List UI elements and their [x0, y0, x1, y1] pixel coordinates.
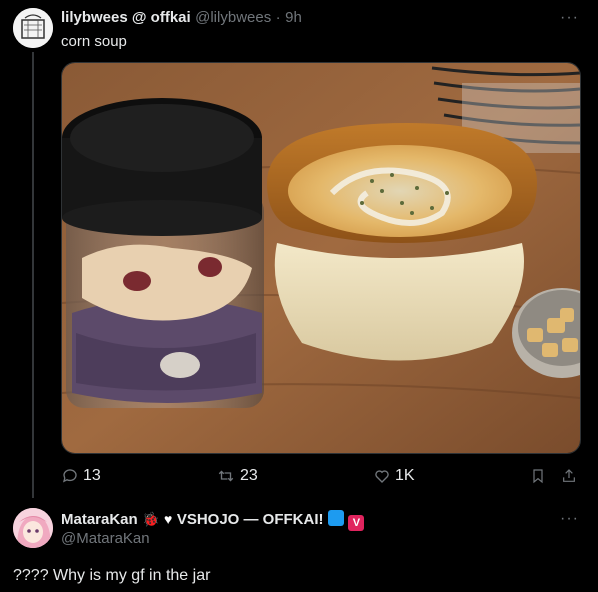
reply-header: MataraKan 🐞 ♥ VSHOJO — OFFKAI! V [61, 510, 365, 531]
handle[interactable]: @lilybwees [195, 9, 271, 26]
reply-action[interactable]: 13 [61, 467, 101, 485]
repost-icon [218, 470, 234, 482]
repost-count: 23 [240, 467, 258, 484]
soup-photo [62, 63, 580, 453]
more-options-icon[interactable]: ··· [560, 9, 579, 27]
tweet-header: lilybwees @ offkai @lilybwees · 9h [61, 9, 302, 27]
vshojo-badge-icon: V [348, 515, 365, 531]
bookmark-action[interactable] [530, 467, 546, 485]
reply-display-name[interactable]: MataraKan [61, 511, 138, 528]
reply-handle[interactable]: @MataraKan [61, 530, 150, 547]
tweet-image[interactable] [61, 62, 581, 454]
white-heart-icon: ♥ [164, 511, 173, 527]
share-icon [563, 469, 575, 482]
reply-count: 13 [83, 467, 101, 484]
timestamp[interactable]: 9h [285, 9, 302, 26]
reply-text: ???? Why is my gf in the jar [13, 567, 211, 584]
reply-icon [62, 469, 77, 483]
bookmark-icon [533, 469, 543, 484]
twitter-bird-icon [327, 510, 344, 526]
display-name[interactable]: lilybwees @ offkai [61, 9, 191, 26]
tweet-text: corn soup [61, 33, 127, 50]
like-count: 1K [395, 467, 415, 484]
reply-more-options-icon[interactable]: ··· [560, 510, 579, 528]
like-action[interactable]: 1K [373, 467, 415, 485]
avatar-sketch-icon [13, 8, 53, 48]
repost-action[interactable]: 23 [216, 467, 258, 485]
thread-line [32, 52, 34, 498]
avatar-anime-icon [13, 508, 53, 548]
heart-icon [375, 470, 389, 483]
bug-emoji-icon: 🐞 [142, 511, 160, 527]
reply-display-name-suffix: VSHOJO — OFFKAI! [176, 511, 324, 528]
reply-avatar[interactable] [13, 508, 53, 548]
share-action[interactable] [561, 467, 577, 485]
avatar[interactable] [13, 8, 53, 48]
separator: · [275, 9, 281, 26]
